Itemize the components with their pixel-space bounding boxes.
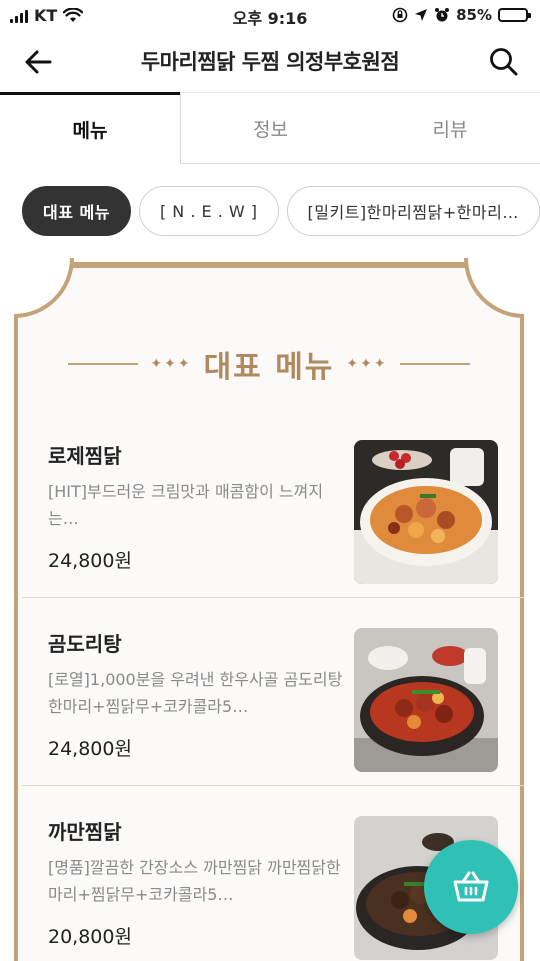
board-top-border <box>18 262 520 268</box>
section-title: 대표 메뉴 <box>203 350 335 385</box>
tab-menu[interactable]: 메뉴 <box>0 92 180 164</box>
battery-percent: 85% <box>456 6 492 24</box>
chip-signature-menu[interactable]: 대표 메뉴 <box>22 186 131 236</box>
app-header: 두마리찜닭 두찜 의정부호원점 <box>0 36 540 88</box>
chip-new[interactable]: [ N . E . W ] <box>138 186 279 236</box>
status-bar: KT 오후 9:16 85% <box>0 0 540 32</box>
menu-item-description: [로열]1,000분을 우려낸 한우사골 곰도리탕한마리+찜닭무+코카콜라5… <box>48 670 343 716</box>
location-arrow-icon <box>415 9 428 21</box>
menu-item-price: 24,800원 <box>48 738 132 760</box>
heading-line-right <box>399 363 470 365</box>
menu-item-name: 곰도리탕 <box>48 632 122 656</box>
menu-item[interactable]: 곰도리탕 [로열]1,000분을 우려낸 한우사골 곰도리탕한마리+찜닭무+코카… <box>22 598 524 786</box>
tab-info[interactable]: 정보 <box>180 92 360 164</box>
heading-line-left <box>68 363 139 365</box>
menu-item-photo <box>354 628 498 772</box>
menu-item-name: 로제찜닭 <box>48 444 122 468</box>
rose-jjimdak-photo <box>354 440 498 584</box>
alarm-icon <box>435 8 450 22</box>
board-corner-left <box>14 258 74 318</box>
search-icon <box>490 48 518 76</box>
heading-ornament-left: ✦✦✦ <box>150 356 192 372</box>
heading-ornament-right: ✦✦✦ <box>346 356 388 372</box>
menu-item-price: 24,800원 <box>48 550 132 572</box>
page-title: 두마리찜닭 두찜 의정부호원점 <box>140 50 400 74</box>
back-button[interactable] <box>18 44 58 80</box>
chip-meal-kit[interactable]: [밀키트]한마리찜닭+한마리… <box>286 186 540 236</box>
menu-item-price: 20,800원 <box>48 926 132 948</box>
menu-item-photo <box>354 440 498 584</box>
tab-bar: 메뉴 정보 리뷰 <box>0 92 540 164</box>
search-button[interactable] <box>486 44 522 80</box>
menu-item-name: 까만찜닭 <box>48 820 122 844</box>
tab-reviews[interactable]: 리뷰 <box>360 92 540 164</box>
menu-item-description: [명품]깔끔한 간장소스 까만찜닭 까만찜닭한마리+찜닭무+코카콜라5… <box>48 858 341 904</box>
battery-icon <box>498 8 531 22</box>
cart-button[interactable] <box>424 840 518 934</box>
menu-item[interactable]: 로제찜닭 [HIT]부드러운 크림맛과 매콤함이 느껴지는… 24,800원 <box>22 410 524 598</box>
gomdoritang-photo <box>354 628 498 772</box>
board-corner-right <box>464 258 524 318</box>
back-arrow-icon <box>25 50 52 74</box>
menu-item-description: [HIT]부드러운 크림맛과 매콤함이 느껴지는… <box>48 482 324 528</box>
rotation-lock-icon <box>392 7 408 23</box>
category-chips: 대표 메뉴 [ N . E . W ] [밀키트]한마리찜닭+한마리… <box>22 186 540 236</box>
basket-icon <box>453 871 489 902</box>
status-right: 85% <box>392 6 531 24</box>
section-heading: ✦✦✦ 대표 메뉴 ✦✦✦ <box>18 344 520 385</box>
